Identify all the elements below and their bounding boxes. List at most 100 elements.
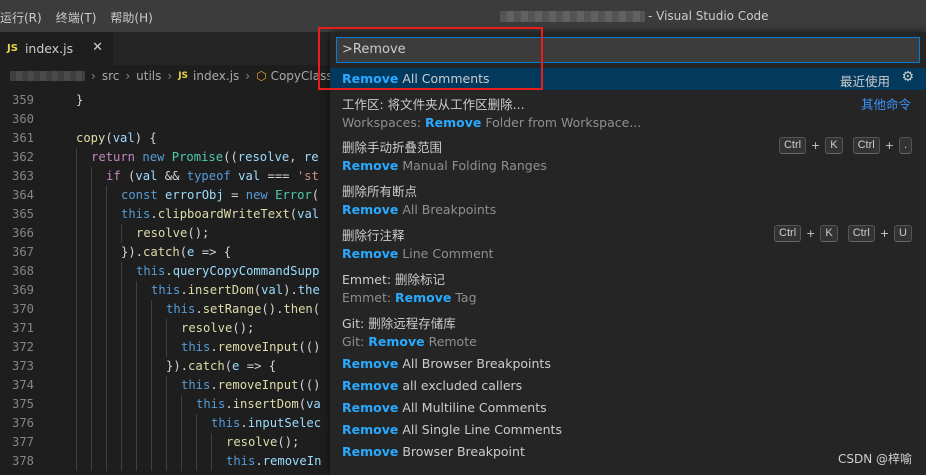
menu-run[interactable]: 运行(R) [0,9,42,26]
command-label: Remove All Comments [342,71,490,86]
command-item[interactable]: 删除手动折叠范围 Remove Manual Folding Ranges Ctrl… [330,134,926,178]
indent-guide [136,338,137,357]
indent-guide [106,224,107,243]
detail-prefix: Git: [342,334,369,349]
line-number: 377 [11,435,34,449]
menu-help[interactable]: 帮助(H) [110,9,152,26]
code-text: this.removeInput(() [181,340,321,354]
indent-guide [121,262,122,281]
gear-icon[interactable]: ⚙ [901,69,914,85]
key-cap: Ctrl [774,225,802,242]
indent-guide [106,414,107,433]
match-highlight: Remove [395,290,452,305]
indent-guide [106,243,107,262]
label-text: All Comments [398,71,490,86]
code-text: copy(val) { [76,131,157,145]
other-commands-link[interactable]: 其他命令 [861,94,911,113]
key-cap: K [820,225,838,242]
command-item[interactable]: Remove All Single Line Comments [330,419,926,441]
indent-guide [166,376,167,395]
plus-sign: + [884,139,894,152]
indent-guide [91,224,92,243]
command-item[interactable]: 工作区: 将文件夹从工作区删除... Workspaces: Remove Fol… [330,91,926,134]
code-text: this.clipboardWriteText(val [121,207,320,221]
indent-guide [196,433,197,452]
close-icon[interactable]: ✕ [92,40,103,55]
command-item[interactable]: Emmet: 删除标记 Emmet: Remove Tag [330,266,926,310]
indent-guide [181,395,182,414]
code-text: this.removeIn [226,454,322,468]
plus-sign: + [806,227,816,240]
command-item[interactable]: Remove All Comments 最近使用 ⚙ [330,68,926,90]
indent-guide [211,433,212,452]
command-label: 删除所有断点 [342,184,418,199]
indent-guide [76,376,77,395]
code-text: return new Promise((resolve, re [91,150,319,164]
tab-index-js[interactable]: JS index.js ✕ [0,32,113,65]
command-item[interactable]: Remove All Browser Breakpoints [330,353,926,375]
indent-guide [151,414,152,433]
plus-sign: + [811,139,821,152]
breadcrumb-item-class[interactable]: CopyClass [271,69,333,83]
command-item[interactable]: Remove all excluded callers [330,375,926,397]
indent-guide [91,338,92,357]
command-item[interactable]: Git: 删除远程存储库 Git: Remove Remote [330,310,926,353]
blurred-workspace-name [500,11,645,22]
class-icon: ⬡ [256,69,267,83]
line-number: 376 [11,416,34,430]
command-input[interactable]: >Remove [336,37,920,63]
recently-used-label: 最近使用 [839,74,890,89]
breadcrumb-item-file[interactable]: index.js [193,69,239,83]
line-number: 372 [11,340,34,354]
detail-text: Tag [451,290,477,305]
command-detail: Remove Manual Folding Ranges [342,158,547,173]
breadcrumb-item-utils[interactable]: utils [136,69,161,83]
indent-guide [151,319,152,338]
indent-guide [166,414,167,433]
menu-terminal[interactable]: 终端(T) [56,9,97,26]
detail-text: All Breakpoints [398,202,497,217]
key-cap: Ctrl [847,225,875,242]
indent-guide [76,357,77,376]
indent-guide [76,281,77,300]
command-item[interactable]: Remove All Multiline Comments [330,397,926,419]
indent-guide [136,433,137,452]
label-text: All Multiline Comments [398,400,547,415]
line-number: 378 [11,454,34,468]
indent-guide [166,395,167,414]
indent-guide [106,357,107,376]
indent-guide [151,300,152,319]
indent-guide [106,262,107,281]
indent-guide [121,281,122,300]
command-palette: >Remove Remove All Comments 最近使用 ⚙ 工作区: 将文件… [330,32,926,475]
code-text: this.removeInput(() [181,378,321,392]
key-cap: . [898,137,912,154]
line-number: 366 [11,226,34,240]
command-item[interactable]: 删除所有断点 Remove All Breakpoints [330,178,926,222]
command-item[interactable]: 删除行注释 Remove Line Comment Ctrl + K Ctrl + U [330,222,926,266]
command-item[interactable]: Remove Browser Breakpoint [330,441,926,463]
indent-guide [76,433,77,452]
detail-text: Line Comment [398,246,494,261]
code-text: } [76,93,84,107]
chevron-right-icon: › [125,69,131,83]
command-label: Remove all excluded callers [342,378,522,393]
indent-guide [106,452,107,471]
breadcrumb-item-src[interactable]: src [102,69,120,83]
line-number: 364 [11,188,34,202]
indent-guide [76,167,77,186]
indent-guide [76,395,77,414]
detail-prefix: Workspaces: [342,115,426,130]
indent-guide [76,262,77,281]
match-highlight: Remove [342,202,399,217]
indent-guide [106,319,107,338]
line-number: 359 [11,93,34,107]
code-text: this.insertDom(val).the [151,283,320,297]
match-highlight: Remove [342,158,399,173]
match-highlight: Remove [342,422,399,437]
indent-guide [121,357,122,376]
key-cap: U [894,225,912,242]
match-highlight: Remove [342,444,399,459]
code-text: const errorObj = new Error( [121,188,320,202]
line-number: 373 [11,359,34,373]
